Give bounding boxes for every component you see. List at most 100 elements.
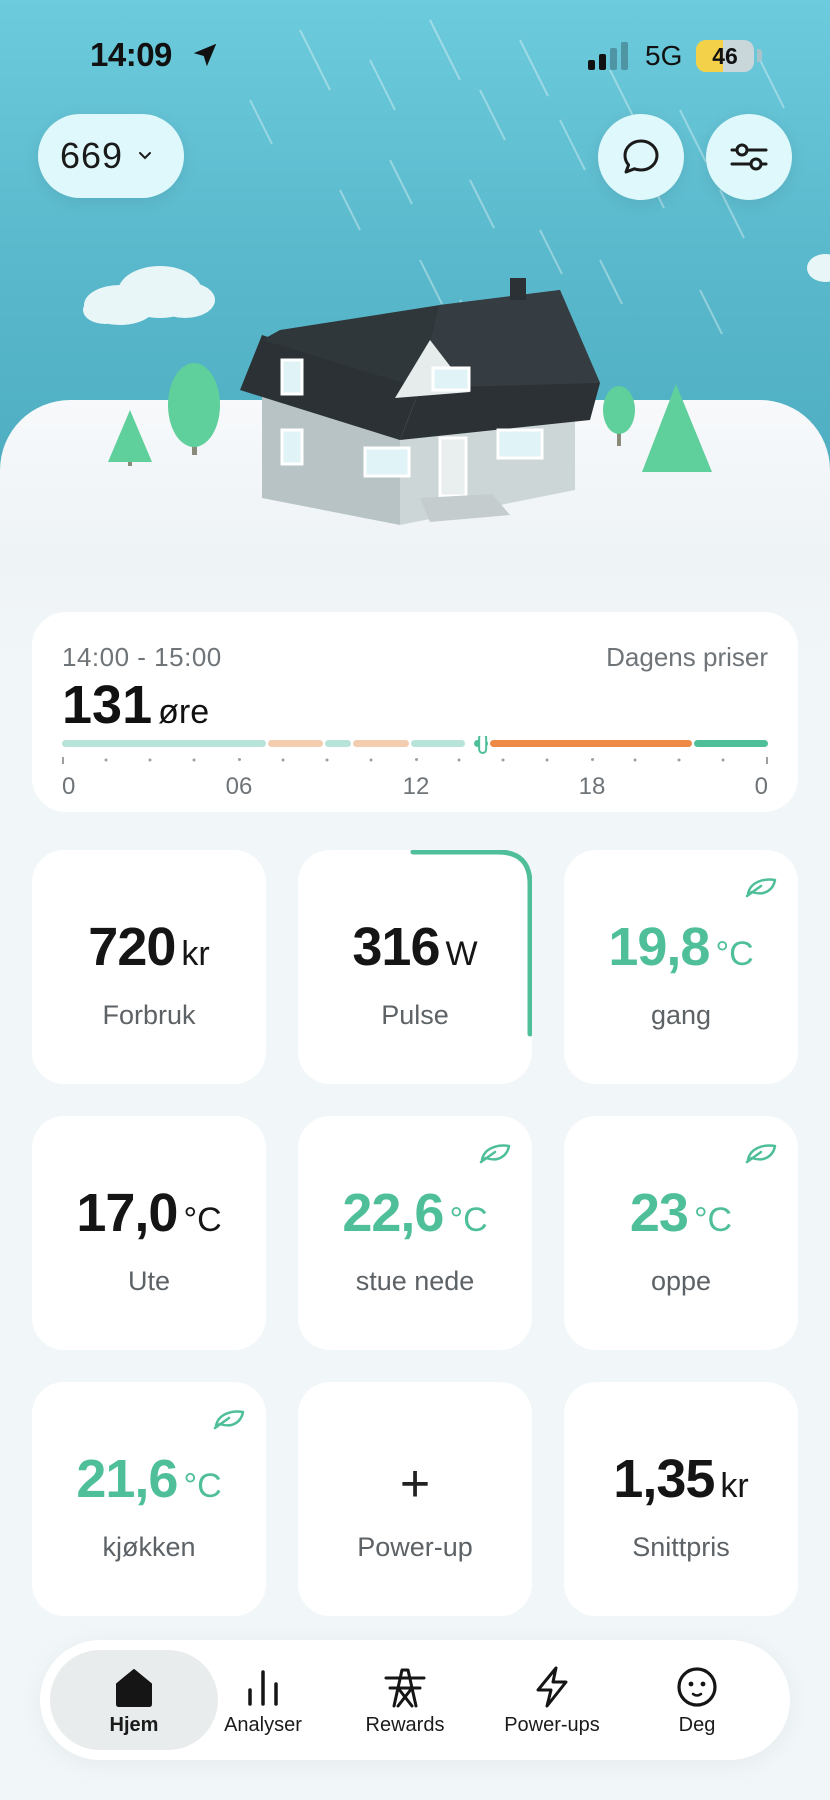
- nav-item-deg[interactable]: Deg: [632, 1650, 762, 1750]
- cloud: [83, 266, 215, 325]
- tile-number: 17,0: [76, 1183, 178, 1243]
- price-segment-low: [62, 740, 266, 747]
- nav-item-analyser[interactable]: Analyser: [198, 1650, 328, 1750]
- leaf-icon: [745, 878, 777, 898]
- tile-number: 720: [88, 917, 176, 977]
- nav-label: Analyser: [224, 1714, 302, 1736]
- price-segments: [62, 740, 768, 747]
- tile-unit: W: [445, 935, 478, 973]
- tile-number: 21,6: [76, 1449, 178, 1509]
- tile-value: 23 °C: [564, 1182, 798, 1244]
- tile-value: 720 kr: [32, 916, 266, 978]
- tile-label: Snittpris: [632, 1532, 730, 1562]
- tile-ute[interactable]: 17,0 °C Ute: [32, 1116, 266, 1350]
- battery-percent: 46: [712, 43, 738, 69]
- tile-value: 22,6 °C: [298, 1182, 532, 1244]
- power-tower-icon: [384, 1668, 426, 1708]
- tile-value: 316 W: [298, 916, 532, 978]
- axis-label-06: 06: [226, 773, 253, 800]
- tile-number: 22,6: [342, 1183, 444, 1243]
- todays-prices-link[interactable]: Dagens priser: [606, 642, 768, 673]
- tile-value: 21,6 °C: [32, 1448, 266, 1510]
- tile-unit: °C: [693, 1201, 733, 1239]
- nav-item-rewards[interactable]: Rewards: [340, 1650, 470, 1750]
- bar-chart-icon: [248, 1670, 278, 1706]
- tile-unit: °C: [715, 935, 754, 973]
- chat-bubble-icon: [623, 139, 659, 174]
- tile-value: 19,8 °C: [564, 916, 798, 978]
- network-type: 5G: [645, 40, 683, 71]
- tile-forbruk[interactable]: 720 kr Forbruk: [32, 850, 266, 1084]
- tile-snittpris[interactable]: 1,35 kr Snittpris: [564, 1382, 798, 1616]
- tile-label: Forbruk: [102, 1000, 196, 1030]
- price-segment-medium: [268, 740, 323, 747]
- nav-label: Deg: [678, 1714, 716, 1736]
- home-icon: [116, 1669, 152, 1707]
- nav-item-hjem[interactable]: Hjem: [50, 1650, 218, 1750]
- nav-label: Hjem: [109, 1714, 159, 1736]
- tile-number: 23: [629, 1183, 689, 1243]
- tile-unit: kr: [181, 935, 210, 973]
- current-time-marker: [478, 736, 488, 754]
- house-illustration: [83, 254, 830, 525]
- battery-tip: [757, 49, 762, 62]
- tile-unit: °C: [183, 1467, 222, 1505]
- leaf-icon: [745, 1144, 777, 1164]
- tile-stue-nede[interactable]: 22,6 °C stue nede: [298, 1116, 532, 1350]
- face-icon: [677, 1667, 717, 1707]
- chat-button[interactable]: [598, 114, 684, 200]
- current-price-unit: øre: [158, 693, 210, 731]
- price-segment-medium: [353, 740, 409, 747]
- tile-unit: °C: [449, 1201, 488, 1239]
- house: [240, 278, 600, 525]
- tile-label: Pulse: [381, 1000, 449, 1030]
- home-selector-button[interactable]: 669: [38, 114, 184, 198]
- status-bar: 14:09 5G 46: [0, 0, 830, 110]
- tile-pulse[interactable]: 316 W Pulse: [298, 850, 532, 1084]
- plus-icon: +: [399, 1455, 431, 1513]
- tile-label: Ute: [127, 1266, 171, 1296]
- price-segment-cheap: [694, 740, 768, 747]
- nav-label: Power-ups: [504, 1714, 600, 1736]
- leaf-icon: [213, 1410, 245, 1430]
- price-segment-low: [411, 740, 465, 747]
- tile-label: Power-up: [357, 1532, 473, 1562]
- settings-sliders-button[interactable]: [706, 114, 792, 200]
- tile-gang[interactable]: 19,8 °C gang: [564, 850, 798, 1084]
- tile-kjokken[interactable]: 21,6 °C kjøkken: [32, 1382, 266, 1616]
- tile-number: 19,8: [608, 917, 710, 977]
- price-ticks: [62, 757, 768, 764]
- tile-label: kjøkken: [102, 1532, 196, 1562]
- axis-label-24: 00: [755, 773, 768, 800]
- price-timeline[interactable]: 00 06 12 18 00: [62, 736, 768, 806]
- price-segment-low: [325, 740, 351, 747]
- location-arrow-icon: [193, 43, 217, 67]
- lightning-icon: [536, 1666, 568, 1708]
- tile-label: oppe: [650, 1266, 712, 1296]
- tile-label: gang: [650, 1000, 712, 1030]
- sliders-icon: [730, 143, 768, 171]
- price-card[interactable]: 14:00 - 15:00 Dagens priser 131 øre 006 …: [32, 612, 798, 812]
- tile-unit: °C: [183, 1201, 222, 1239]
- axis-label-18: 18: [579, 773, 606, 800]
- chevron-down-icon: [139, 152, 152, 160]
- price-segment-high: [490, 740, 692, 747]
- tile-unit: kr: [720, 1467, 749, 1505]
- bottom-navigation: Hjem Analyser Rewards Power-ups Deg: [40, 1640, 790, 1760]
- tile-number: 1,35: [613, 1449, 715, 1509]
- tile-label: stue nede: [355, 1266, 475, 1296]
- leaf-icon: [479, 1144, 511, 1164]
- tile-value: 17,0 °C: [32, 1182, 266, 1244]
- axis-label-12: 12: [403, 773, 430, 800]
- nav-label: Rewards: [365, 1714, 445, 1736]
- current-price-value: 131: [62, 675, 153, 735]
- cellular-signal-icon: [588, 42, 628, 70]
- status-time: 14:09: [90, 36, 172, 73]
- axis-label-00: 00: [62, 773, 75, 800]
- nav-item-power-ups[interactable]: Power-ups: [482, 1650, 622, 1750]
- home-selector-value: 669: [60, 135, 124, 176]
- tile-oppe[interactable]: 23 °C oppe: [564, 1116, 798, 1350]
- battery-icon: 46: [696, 40, 754, 72]
- tile-add-power-up[interactable]: + Power-up: [298, 1382, 532, 1616]
- current-price: 131 øre: [62, 674, 209, 736]
